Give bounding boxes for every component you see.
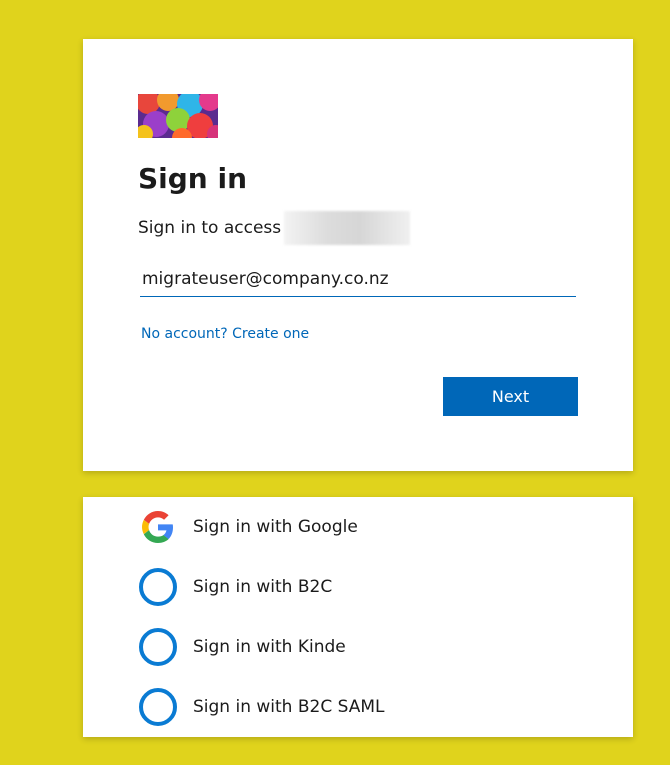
circle-icon (138, 627, 178, 667)
next-button[interactable]: Next (443, 377, 578, 416)
b2c-signin-label: Sign in with B2C (193, 577, 333, 597)
google-signin-option[interactable]: Sign in with Google (138, 505, 578, 549)
create-account-link[interactable]: No account? Create one (141, 324, 309, 344)
b2c-saml-signin-option[interactable]: Sign in with B2C SAML (138, 685, 578, 729)
page-title: Sign in (138, 162, 248, 195)
redacted-app-name (284, 211, 411, 245)
umbrella-logo-icon (138, 94, 218, 138)
circle-icon (138, 687, 178, 727)
kinde-signin-option[interactable]: Sign in with Kinde (138, 625, 578, 669)
tenant-logo (138, 94, 218, 138)
kinde-signin-label: Sign in with Kinde (193, 637, 346, 657)
google-signin-label: Sign in with Google (193, 517, 358, 537)
circle-icon (138, 567, 178, 607)
b2c-signin-option[interactable]: Sign in with B2C (138, 565, 578, 609)
signin-subtitle-text: Sign in to access (138, 218, 282, 238)
google-icon (138, 507, 178, 547)
signin-card: Sign in Sign in to access No account? Cr… (83, 39, 633, 471)
email-field[interactable] (140, 261, 576, 297)
signin-subtitle: Sign in to access (138, 211, 411, 245)
identity-providers-card: Sign in with Google Sign in with B2C Sig… (83, 497, 633, 737)
b2c-saml-signin-label: Sign in with B2C SAML (193, 697, 385, 717)
